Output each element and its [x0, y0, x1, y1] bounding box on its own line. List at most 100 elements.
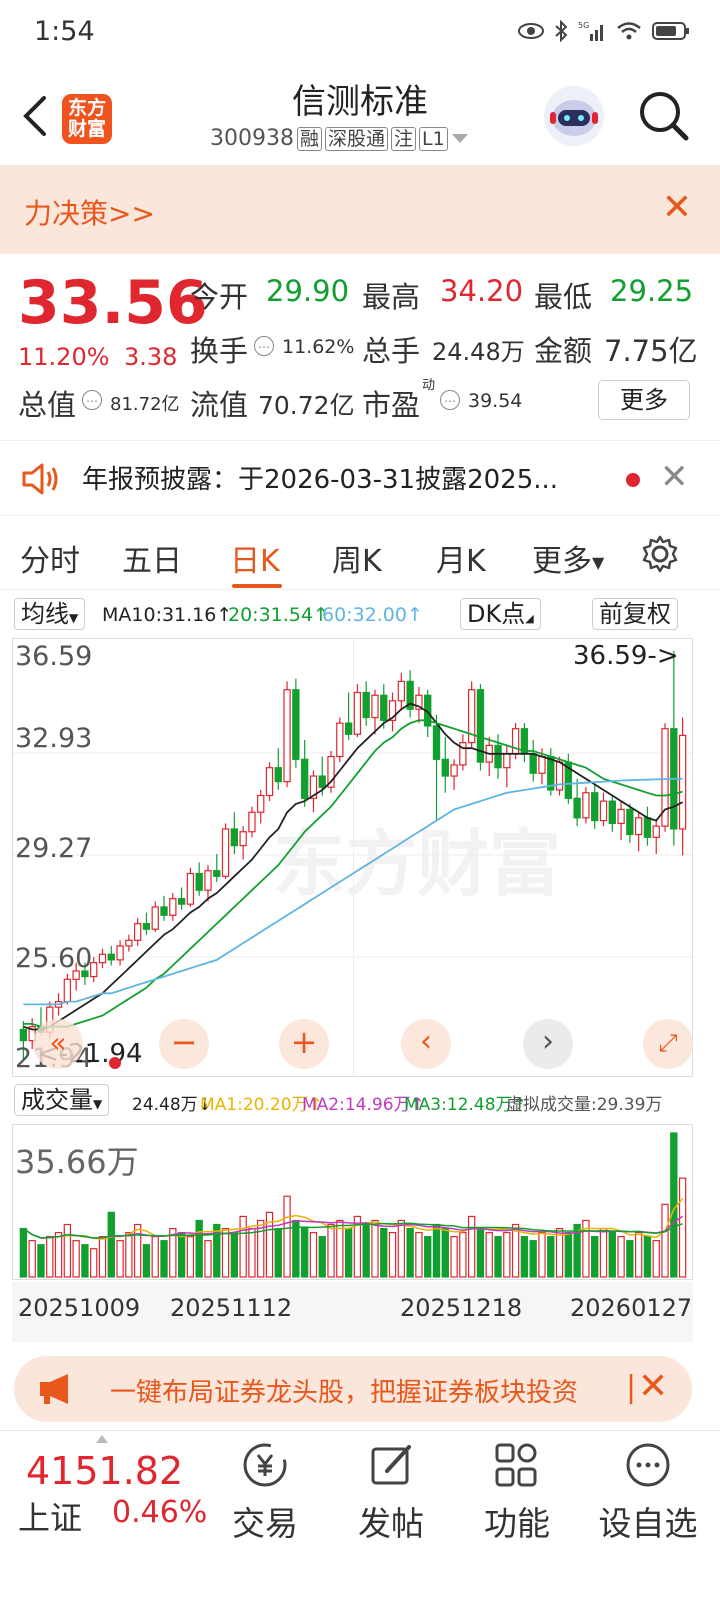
nav-functions-label: 功能 [484, 1504, 550, 1543]
volume-bar [397, 1219, 406, 1278]
candlestick-chart[interactable]: 东方财富 36.59 32.93 29.27 25.60 21.94 36.59… [12, 638, 694, 1078]
notice-close-icon[interactable]: ✕ [660, 459, 689, 495]
tab-daily-k[interactable]: 日K [230, 536, 280, 580]
index-name[interactable]: 上证 [18, 1493, 82, 1539]
candle-body [380, 694, 388, 721]
candle-body [432, 725, 441, 760]
decision-banner[interactable]: 力决策>> ✕ [0, 166, 720, 254]
candle-body [186, 872, 195, 905]
mcap-info-icon[interactable]: … [82, 390, 102, 410]
volume-bar [371, 1219, 379, 1278]
volume-bar [617, 1236, 625, 1278]
volume-chart[interactable]: 35.66万 [12, 1124, 693, 1280]
tab-more-caret-icon: ▼ [592, 553, 605, 572]
candle-body [151, 906, 159, 930]
volume-bar [564, 1231, 573, 1278]
candle-body [125, 939, 133, 947]
index-change[interactable]: 0.46% [112, 1495, 207, 1530]
candle-body [133, 923, 142, 941]
mcap-value: 81.72亿 [110, 394, 180, 415]
volume-bar [195, 1219, 203, 1278]
zoom-in-button[interactable]: + [279, 1019, 329, 1069]
tab-monthly-k[interactable]: 月K [436, 536, 486, 580]
candle-body [221, 828, 230, 877]
candle-body [582, 792, 590, 819]
notice-text[interactable]: 年报预披露：于2026-03-31披露2025... [82, 459, 558, 496]
candle-body [608, 800, 616, 824]
zoom-out-button[interactable]: − [159, 1019, 209, 1069]
volume-bar [476, 1227, 485, 1278]
banner-text[interactable]: 力决策>> [24, 192, 155, 232]
stock-header: 东方 财富 信测标准 300938 融 深股通 注 L1 [0, 66, 720, 166]
candle-body [529, 753, 537, 774]
ma-selector[interactable]: 均线▼ [14, 598, 86, 630]
candle-body [450, 764, 458, 777]
candle-body [195, 872, 203, 891]
y-label-4: 25.60 [15, 943, 93, 974]
bluetooth-icon [555, 20, 568, 42]
volume-bar [547, 1236, 555, 1278]
candle-body [555, 761, 564, 791]
promo-text[interactable]: 一键布局证券龙头股，把握证券板块投资 [110, 1372, 630, 1409]
expand-caret-icon[interactable] [96, 1435, 108, 1443]
stock-subtitle[interactable]: 300938 融 深股通 注 L1 [210, 126, 469, 151]
volume-bar [344, 1227, 353, 1278]
nav-post[interactable]: 发帖 [336, 1439, 446, 1545]
promo-banner[interactable]: 一键布局证券龙头股，把握证券板块投资 | ✕ [14, 1356, 692, 1422]
volume-bar [28, 1240, 36, 1278]
more-quote-button[interactable]: 更多 [598, 380, 690, 420]
stock-name: 信测标准 [292, 82, 428, 122]
volume-selector[interactable]: 成交量▼ [14, 1084, 110, 1116]
rewind-button[interactable]: « [33, 1019, 83, 1069]
notice-bar[interactable]: 年报预披露：于2026-03-31披露2025... ✕ [0, 440, 720, 516]
scroll-right-button[interactable]: › [523, 1019, 573, 1069]
volume-bar [274, 1227, 282, 1278]
fullscreen-icon[interactable]: ⤢ [643, 1019, 693, 1069]
bottom-navigation: 4151.82 上证 0.46% 交易 发帖 功能 设自选 [0, 1430, 720, 1600]
settings-gear-icon[interactable] [640, 534, 680, 574]
eye-icon [518, 23, 544, 39]
volume-bar [415, 1231, 423, 1278]
promo-close-icon[interactable]: ✕ [638, 1368, 668, 1406]
nav-post-label: 发帖 [358, 1504, 424, 1543]
volume-bar [661, 1203, 669, 1278]
volume-bar [459, 1231, 467, 1278]
search-icon[interactable] [636, 88, 692, 144]
volume-bar [221, 1227, 230, 1278]
mcap-label: 总值 [18, 388, 77, 422]
candlestick-svg: 东方财富 [13, 639, 694, 1078]
nav-add-watchlist[interactable]: 设自选 [586, 1439, 710, 1545]
tab-weekly-k[interactable]: 周K [332, 536, 382, 580]
pe-info-icon[interactable]: … [440, 390, 460, 410]
nav-add-watchlist-label: 设自选 [598, 1504, 698, 1543]
tab-intraday[interactable]: 分时 [20, 536, 80, 580]
tag-level: L1 [419, 126, 448, 151]
nav-functions[interactable]: 功能 [462, 1439, 572, 1545]
adjust-button[interactable]: 前复权 [592, 598, 678, 630]
volume-bar [406, 1227, 414, 1278]
tab-five-day[interactable]: 五日 [122, 536, 182, 580]
dk-point-button[interactable]: DK点◢ [460, 598, 541, 630]
candle-body [177, 897, 186, 905]
banner-close-icon[interactable]: ✕ [662, 190, 692, 226]
nav-trade[interactable]: 交易 [210, 1439, 320, 1545]
ma60-value: 60:32.00↑ [322, 604, 423, 626]
candle-body [213, 870, 221, 877]
candle-body [142, 923, 151, 930]
candle-body [503, 753, 511, 769]
index-value[interactable]: 4151.82 [26, 1449, 183, 1493]
candle-body [169, 897, 177, 916]
volume-bar [46, 1236, 54, 1278]
event-dot[interactable] [109, 1057, 121, 1069]
volume-bar [538, 1231, 546, 1278]
ma-indicator-row: 均线▼ MA10:31.16↑ 20:31.54↑ 60:32.00↑ DK点◢… [14, 598, 704, 634]
trade-yen-icon [243, 1443, 287, 1487]
volume-bar [362, 1223, 370, 1278]
ma-selector-caret-icon: ▼ [69, 611, 79, 625]
date-label: 20251112 [170, 1294, 293, 1322]
amount-label: 金额 [534, 334, 593, 368]
assistant-robot-icon[interactable] [544, 86, 604, 146]
turnover-info-icon[interactable]: … [254, 336, 274, 356]
scroll-left-button[interactable]: ‹ [401, 1019, 451, 1069]
tab-more[interactable]: 更多▼ [532, 536, 604, 580]
